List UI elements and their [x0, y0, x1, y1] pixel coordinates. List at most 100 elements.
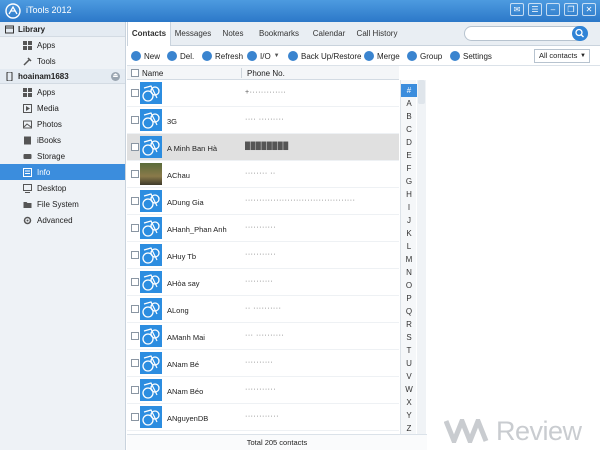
settings-button[interactable]: Settings	[450, 50, 492, 62]
sidebar-item-file-system[interactable]: File System	[0, 196, 125, 212]
search-button[interactable]	[572, 26, 588, 41]
alphabet-letter[interactable]: G	[401, 175, 417, 188]
close-icon[interactable]: ✕	[582, 3, 596, 16]
table-row[interactable]: AHuy Tb ···········	[127, 242, 399, 269]
alphabet-letter[interactable]: L	[401, 240, 417, 253]
column-name[interactable]: Name	[142, 69, 163, 78]
alphabet-letter[interactable]: H	[401, 188, 417, 201]
alphabet-letter[interactable]: M	[401, 253, 417, 266]
row-checkbox[interactable]	[131, 332, 139, 340]
table-row[interactable]: ANam Béo ···········	[127, 377, 399, 404]
row-checkbox[interactable]	[131, 251, 139, 259]
alphabet-letter[interactable]: Y	[401, 409, 417, 422]
column-divider[interactable]	[241, 68, 242, 78]
sidebar-item-info[interactable]: Info	[0, 164, 125, 180]
alphabet-letter[interactable]: Q	[401, 305, 417, 318]
column-phone[interactable]: Phone No.	[247, 69, 285, 78]
alphabet-letter[interactable]: E	[401, 149, 417, 162]
sidebar-item-library-apps[interactable]: Apps	[0, 37, 125, 53]
alphabet-letter[interactable]: X	[401, 396, 417, 409]
table-row[interactable]: AHanh_Phan Anh ···········	[127, 215, 399, 242]
new-button[interactable]: New	[131, 50, 160, 62]
row-checkbox[interactable]	[131, 305, 139, 313]
sidebar-item-apps[interactable]: Apps	[0, 84, 125, 100]
tab-calendar[interactable]: Calendar	[307, 22, 351, 46]
sidebar-item-tools[interactable]: Tools	[0, 53, 125, 69]
alphabet-letter[interactable]: B	[401, 110, 417, 123]
row-checkbox[interactable]	[131, 170, 139, 178]
tab-messages[interactable]: Messages	[171, 22, 215, 46]
menu-icon[interactable]: ☰	[528, 3, 542, 16]
tab-call-history[interactable]: Call History	[351, 22, 403, 46]
default-avatar-icon	[140, 190, 162, 212]
merge-button[interactable]: Merge	[364, 50, 400, 62]
row-checkbox[interactable]	[131, 413, 139, 421]
minimize-icon[interactable]: –	[546, 3, 560, 16]
tab-notes[interactable]: Notes	[215, 22, 251, 46]
table-row[interactable]: AHòa say ··········	[127, 269, 399, 296]
table-row[interactable]: +·············	[127, 80, 399, 107]
table-row[interactable]: AManh Mai ··· ··········	[127, 323, 399, 350]
table-row[interactable]: ADung Gia ·······························…	[127, 188, 399, 215]
sidebar-item-storage[interactable]: Storage	[0, 148, 125, 164]
eject-icon[interactable]: ⏏	[111, 72, 120, 81]
backup-restore-button[interactable]: Back Up/Restore▼	[288, 50, 370, 62]
table-row[interactable]: ALong ·· ··········	[127, 296, 399, 323]
restore-icon[interactable]: ❐	[564, 3, 578, 16]
alphabet-letter[interactable]: S	[401, 331, 417, 344]
row-checkbox[interactable]	[131, 116, 139, 124]
alphabet-letter[interactable]: K	[401, 227, 417, 240]
alphabet-letter[interactable]: W	[401, 383, 417, 396]
default-avatar-icon	[140, 325, 162, 347]
alphabet-letter[interactable]: N	[401, 266, 417, 279]
sidebar-item-media[interactable]: Media	[0, 100, 125, 116]
default-avatar-icon	[140, 136, 162, 158]
tab-contacts[interactable]: Contacts	[127, 22, 171, 47]
alphabet-letter[interactable]: J	[401, 214, 417, 227]
table-row[interactable]: ANguyenDB ············	[127, 404, 399, 431]
feedback-icon[interactable]: ✉	[510, 3, 524, 16]
scrollbar-thumb[interactable]	[418, 80, 425, 104]
default-avatar-icon	[140, 109, 162, 131]
tab-bookmarks[interactable]: Bookmarks	[251, 22, 307, 46]
sidebar-item-advanced[interactable]: Advanced	[0, 212, 125, 228]
row-checkbox[interactable]	[131, 197, 139, 205]
sidebar-item-label: Info	[37, 168, 51, 177]
table-row[interactable]: 3G ···· ·········	[127, 107, 399, 134]
alphabet-letter[interactable]: O	[401, 279, 417, 292]
row-checkbox[interactable]	[131, 359, 139, 367]
row-checkbox[interactable]	[131, 224, 139, 232]
contact-filter-select[interactable]: All contacts ▼	[534, 49, 590, 63]
table-row[interactable]: A Minh Ban Hà ████████	[127, 134, 399, 161]
alphabet-letter[interactable]: R	[401, 318, 417, 331]
alphabet-letter[interactable]: C	[401, 123, 417, 136]
sidebar-item-ibooks[interactable]: iBooks	[0, 132, 125, 148]
search-input[interactable]	[464, 26, 588, 41]
alphabet-letter[interactable]: D	[401, 136, 417, 149]
row-checkbox[interactable]	[131, 386, 139, 394]
alphabet-letter[interactable]: P	[401, 292, 417, 305]
scrollbar[interactable]	[417, 80, 426, 434]
alphabet-letter[interactable]: #	[401, 84, 417, 97]
row-checkbox[interactable]	[131, 278, 139, 286]
library-section[interactable]: Library	[0, 22, 125, 37]
sidebar-item-desktop[interactable]: Desktop	[0, 180, 125, 196]
row-checkbox[interactable]	[131, 143, 139, 151]
io-button[interactable]: I/O ▼	[247, 50, 280, 62]
alphabet-letter[interactable]: U	[401, 357, 417, 370]
table-row[interactable]: ANam Bé ··········	[127, 350, 399, 377]
delete-button[interactable]: Del.	[167, 50, 194, 62]
row-checkbox[interactable]	[131, 89, 139, 97]
device-section[interactable]: hoainam1683 ⏏	[0, 69, 125, 84]
refresh-button[interactable]: Refresh	[202, 50, 243, 62]
sidebar-item-label: Media	[37, 104, 59, 113]
sidebar-item-photos[interactable]: Photos	[0, 116, 125, 132]
alphabet-letter[interactable]: A	[401, 97, 417, 110]
alphabet-letter[interactable]: F	[401, 162, 417, 175]
group-button[interactable]: Group	[407, 50, 442, 62]
select-all-checkbox[interactable]	[131, 69, 139, 77]
alphabet-letter[interactable]: T	[401, 344, 417, 357]
table-row[interactable]: AChau ········ ··	[127, 161, 399, 188]
alphabet-letter[interactable]: V	[401, 370, 417, 383]
alphabet-letter[interactable]: I	[401, 201, 417, 214]
